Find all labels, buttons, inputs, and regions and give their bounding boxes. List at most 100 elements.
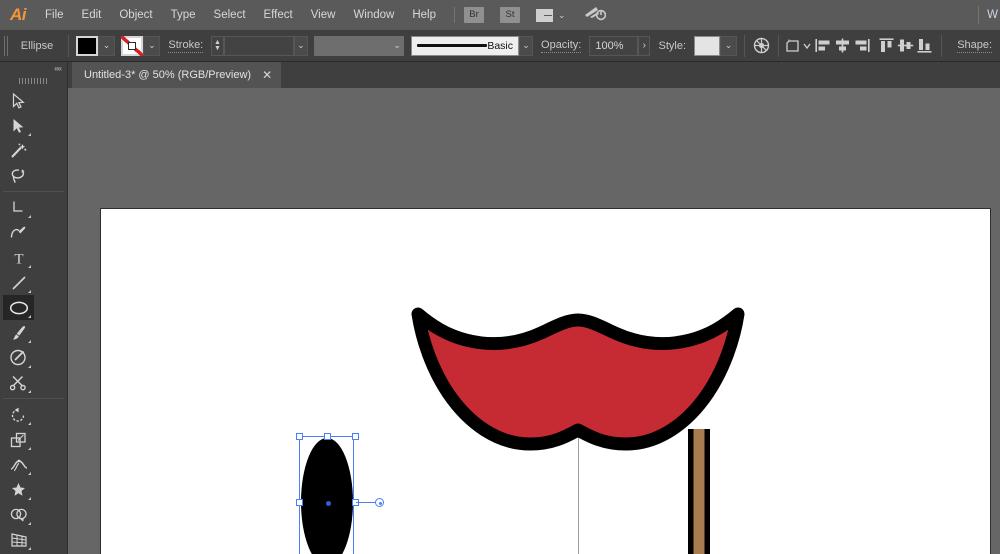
menu-type[interactable]: Type: [162, 0, 205, 30]
menu-object[interactable]: Object: [110, 0, 161, 30]
shape-builder-tool[interactable]: [3, 502, 34, 527]
document-tab[interactable]: Untitled-3* @ 50% (RGB/Preview) ✕: [72, 62, 281, 88]
style-chevron-down-icon[interactable]: ⌄: [720, 36, 737, 56]
brush-definition-control[interactable]: Basic: [411, 36, 519, 56]
free-transform-tool[interactable]: [3, 477, 34, 502]
tool-group-corner-icon: [28, 315, 31, 318]
variable-width-chevron-down-icon[interactable]: ⌄: [390, 36, 404, 56]
control-bar: Ellipse ⌄ ⌄ Stroke: ▲▼ ⌄ ⌄ Basic ⌄ Opaci…: [0, 30, 1000, 62]
line-segment-tool[interactable]: [3, 270, 34, 295]
control-divider-3: [778, 35, 779, 57]
stroke-weight-stepper[interactable]: ▲▼: [211, 36, 223, 56]
paintbrush-tool[interactable]: [3, 320, 34, 345]
collapse-panel-icon[interactable]: ««: [54, 64, 61, 73]
creative-cloud-sync-icon[interactable]: [584, 5, 606, 26]
control-divider-2: [744, 35, 745, 57]
align-horizontal-center-icon[interactable]: [833, 35, 852, 57]
opacity-label[interactable]: Opacity:: [541, 39, 581, 53]
menu-effect[interactable]: Effect: [255, 0, 302, 30]
width-tool[interactable]: [3, 452, 34, 477]
tools-divider-1: [3, 191, 64, 192]
stroke-dropdown-chevron-down-icon[interactable]: ⌄: [143, 36, 160, 56]
magic-wand-tool[interactable]: [3, 138, 34, 163]
align-vertical-center-icon[interactable]: [896, 35, 915, 57]
fill-color-swatch[interactable]: [76, 36, 98, 56]
chevron-down-icon: ⌄: [558, 10, 566, 21]
menu-file[interactable]: File: [36, 0, 73, 30]
tools-panel-header: ««: [0, 62, 67, 74]
rotation-widget-handle[interactable]: [375, 498, 384, 507]
tool-group-corner-icon: [28, 215, 31, 218]
stroke-color-swatch[interactable]: [121, 36, 143, 56]
tool-group-corner-icon: [28, 340, 31, 343]
selected-object-type: Ellipse: [21, 40, 53, 52]
handle-top-right[interactable]: [352, 433, 359, 440]
perspective-grid-tool[interactable]: [3, 527, 34, 552]
control-divider-4: [941, 35, 942, 57]
rotation-widget-line: [356, 502, 377, 503]
type-tool[interactable]: T: [3, 245, 34, 270]
handle-top-center[interactable]: [324, 433, 331, 440]
canvas-area[interactable]: [68, 88, 1000, 554]
menu-view[interactable]: View: [302, 0, 345, 30]
align-bottom-icon[interactable]: [915, 35, 934, 57]
arrange-documents-icon[interactable]: ⌄: [536, 9, 566, 22]
artboard[interactable]: [101, 209, 990, 554]
menu-window[interactable]: Window: [344, 0, 403, 30]
recolor-artwork-icon[interactable]: [752, 35, 771, 57]
brush-chevron-down-icon[interactable]: ⌄: [519, 36, 533, 56]
menu-help[interactable]: Help: [403, 0, 445, 30]
menubar-divider: [454, 7, 455, 23]
stroke-weight-label[interactable]: Stroke:: [168, 39, 203, 53]
opacity-expand-button[interactable]: ›: [638, 36, 650, 56]
tool-group-corner-icon: [28, 547, 31, 550]
svg-text:T: T: [14, 251, 23, 266]
handle-middle-left[interactable]: [296, 499, 303, 506]
stroke-weight-input[interactable]: [224, 36, 294, 56]
brush-name-label: Basic: [487, 40, 513, 52]
bridge-button[interactable]: Br: [464, 7, 484, 23]
control-bar-grip[interactable]: [4, 36, 9, 56]
direct-selection-tool[interactable]: [3, 113, 34, 138]
variable-width-profile-input[interactable]: [314, 36, 390, 56]
scissors-tool[interactable]: [3, 370, 34, 395]
stroke-weight-chevron-down-icon[interactable]: ⌄: [294, 36, 308, 56]
fill-color-control[interactable]: ⌄: [76, 36, 115, 56]
fill-dropdown-chevron-down-icon[interactable]: ⌄: [98, 36, 115, 56]
stock-button[interactable]: St: [500, 7, 520, 23]
tool-group-corner-icon: [28, 390, 31, 393]
menu-select[interactable]: Select: [205, 0, 255, 30]
tool-group-corner-icon: [28, 447, 31, 450]
transform-icon[interactable]: [786, 35, 814, 57]
document-tab-bar: Untitled-3* @ 50% (RGB/Preview) ✕: [0, 62, 1000, 88]
document-tab-title: Untitled-3* @ 50% (RGB/Preview): [84, 69, 251, 81]
handle-top-left[interactable]: [296, 433, 303, 440]
selection-tool[interactable]: [3, 88, 34, 113]
stroke-color-control[interactable]: ⌄: [121, 36, 160, 56]
align-left-icon[interactable]: [814, 35, 833, 57]
close-icon[interactable]: ✕: [262, 68, 272, 82]
align-right-icon[interactable]: [852, 35, 871, 57]
workspace-switcher[interactable]: W: [987, 9, 1000, 21]
shaper-pencil-tool[interactable]: [3, 345, 34, 370]
lasso-tool[interactable]: [3, 163, 34, 188]
tool-group-corner-icon: [28, 133, 31, 136]
graphic-style-control[interactable]: ⌄: [694, 36, 737, 56]
toolbar-grip[interactable]: [0, 74, 67, 87]
black-ellipse-shape[interactable]: [101, 209, 990, 554]
graphic-style-swatch[interactable]: [694, 36, 720, 56]
tools-grid: T: [0, 87, 67, 554]
tool-group-corner-icon: [28, 265, 31, 268]
opacity-input[interactable]: 100%: [589, 36, 638, 56]
align-top-icon[interactable]: [877, 35, 896, 57]
menu-bar: Ai File Edit Object Type Select Effect V…: [0, 0, 1000, 30]
rotate-tool[interactable]: [3, 402, 34, 427]
scale-tool[interactable]: [3, 427, 34, 452]
ellipse-tool[interactable]: [3, 295, 34, 320]
menu-edit[interactable]: Edit: [73, 0, 111, 30]
illustrator-window: Ai File Edit Object Type Select Effect V…: [0, 0, 1000, 554]
selection-bounding-box[interactable]: [299, 436, 354, 554]
tools-panel: ««: [0, 62, 68, 554]
curvature-tool[interactable]: [3, 220, 34, 245]
pen-tool[interactable]: [3, 195, 34, 220]
